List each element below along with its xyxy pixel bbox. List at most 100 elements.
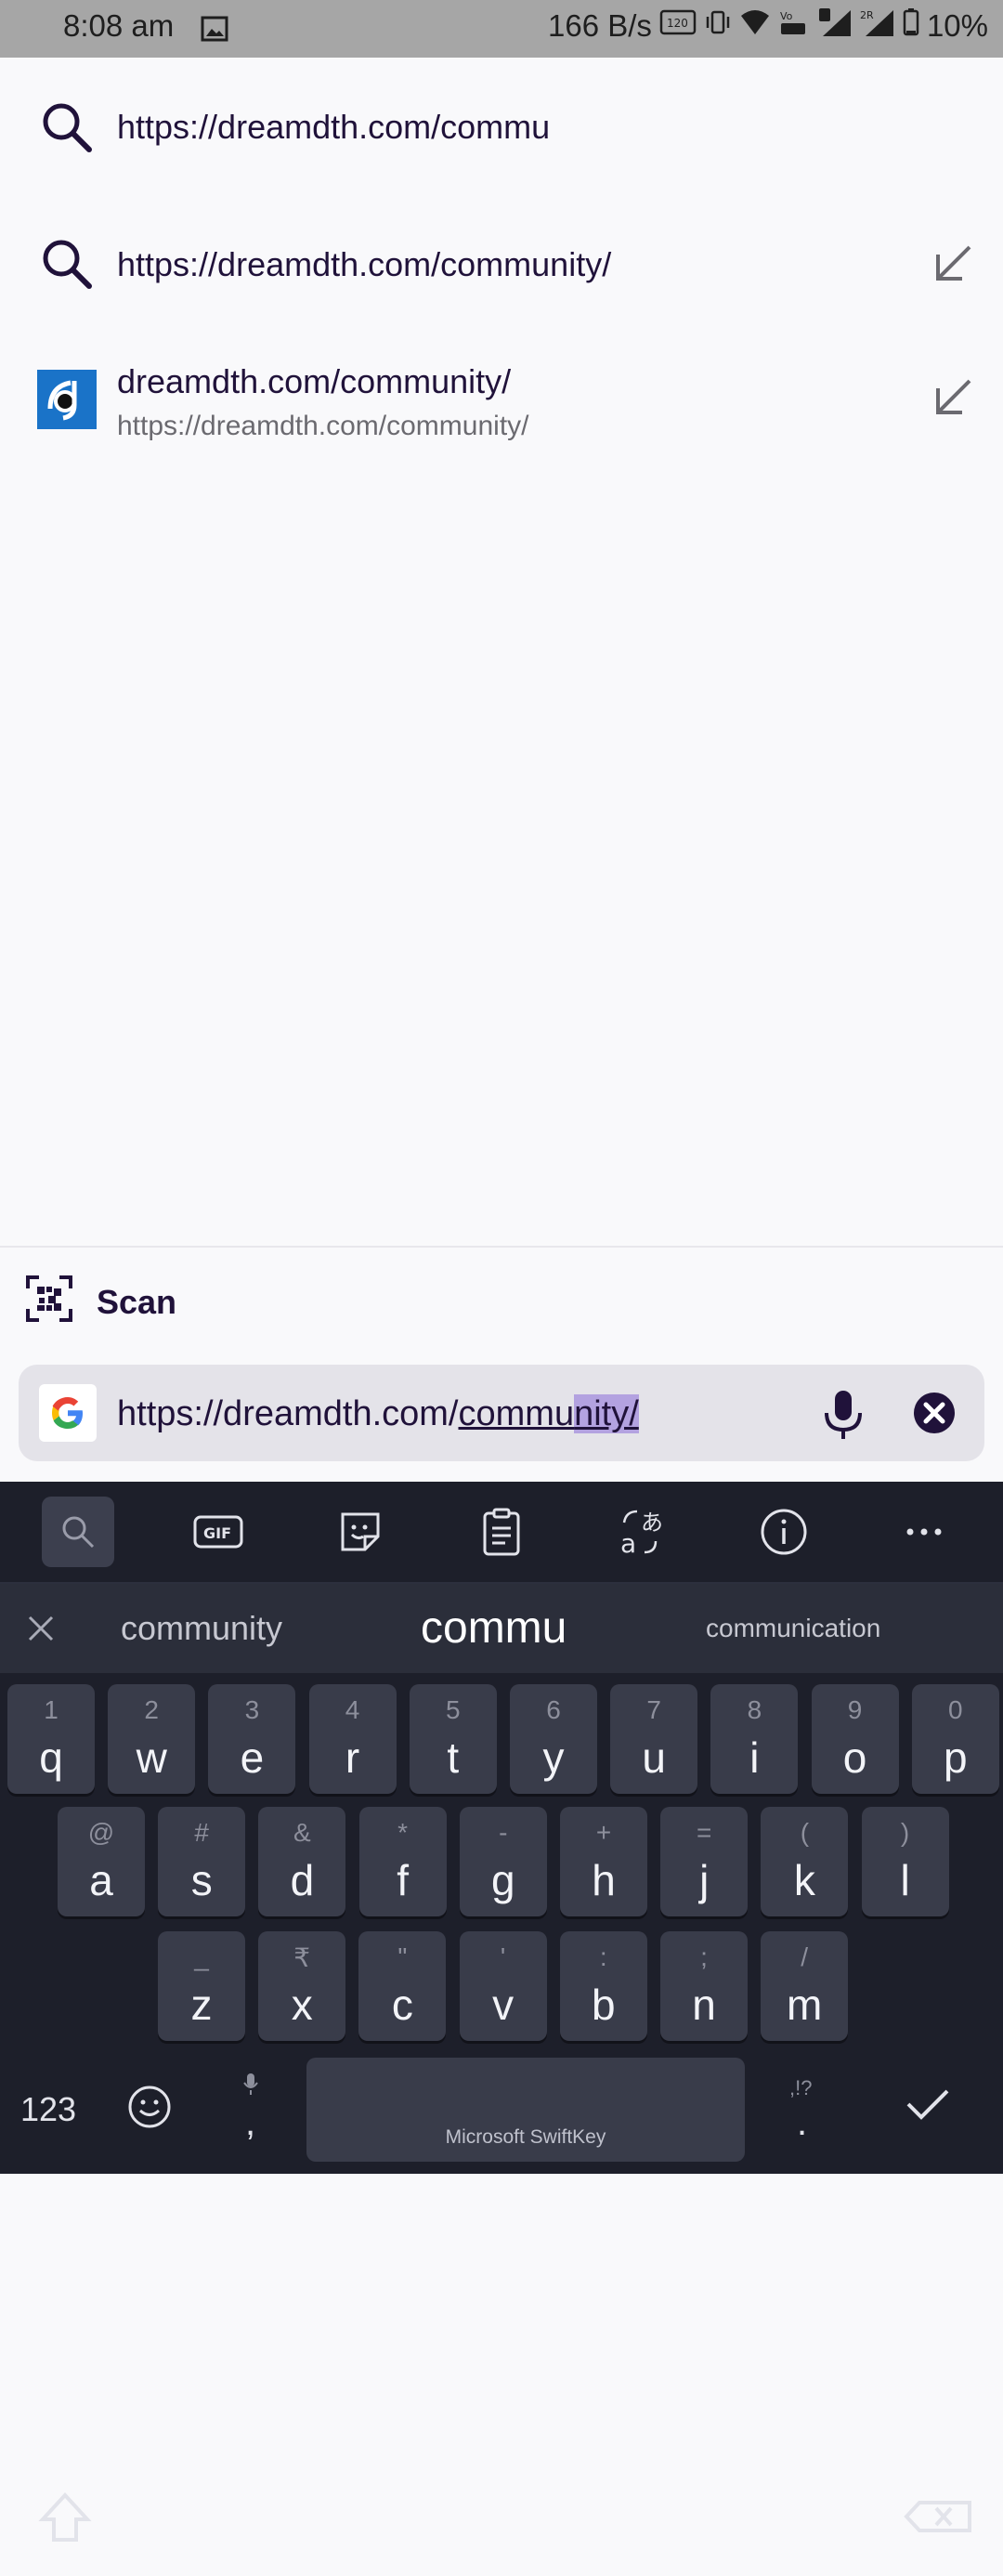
key-secondary-label: 7: [646, 1695, 661, 1724]
svg-text:GIF: GIF: [203, 1524, 231, 1542]
fill-url-arrow-icon[interactable]: [931, 375, 975, 425]
key-v[interactable]: ' v: [459, 1931, 547, 2041]
key-secondary-label: :: [599, 1942, 607, 1971]
key-z[interactable]: _ z: [158, 1931, 245, 2041]
clipboard-icon[interactable]: [465, 1497, 538, 1567]
key-a[interactable]: @ a: [58, 1807, 145, 1916]
suggestion-row[interactable]: dreamdth.com/community/ https://dreamdth…: [0, 334, 1003, 455]
key-secondary-label: 5: [446, 1695, 461, 1724]
close-predictions-icon[interactable]: [24, 1612, 58, 1650]
shift-key-icon[interactable]: [19, 2462, 111, 2576]
key-e[interactable]: 3e: [208, 1684, 296, 1794]
signal-sim2-icon: 2R: [860, 8, 895, 44]
key-n[interactable]: ; n: [660, 1931, 748, 2041]
signal-sim1-icon: [817, 8, 853, 44]
keyboard: GIF aあ community commu communication 1q2…: [0, 1482, 1003, 2542]
key-x[interactable]: ₹ x: [258, 1931, 346, 2041]
key-h[interactable]: + h: [560, 1807, 647, 1916]
period-key[interactable]: .: [797, 2102, 807, 2144]
key-q[interactable]: 1q: [7, 1684, 95, 1794]
key-p[interactable]: 0p: [911, 1684, 999, 1794]
key-k[interactable]: (k: [761, 1807, 849, 1916]
key-secondary-label: 0: [948, 1695, 963, 1724]
status-right-group: 166 B/s 120 Vo 2R 10%: [548, 8, 988, 44]
key-i[interactable]: 8i: [710, 1684, 799, 1794]
key-secondary-label: 9: [847, 1695, 863, 1724]
key-m[interactable]: / m: [761, 1931, 849, 2041]
search-icon: [39, 99, 95, 160]
scan-row[interactable]: Scan: [0, 1246, 1003, 1353]
battery-icon: [903, 8, 919, 44]
period-secondary: ,!?: [789, 2076, 813, 2099]
key-j[interactable]: = j: [660, 1807, 749, 1916]
suggestion-row[interactable]: https://dreamdth.com/community/: [0, 197, 1003, 334]
key-secondary-label: (: [800, 1818, 810, 1847]
key-w[interactable]: 2w: [108, 1684, 196, 1794]
key-primary-label: l: [900, 1856, 910, 1904]
key-primary-label: a: [89, 1856, 113, 1904]
numbers-key[interactable]: 123: [20, 2090, 76, 2129]
gallery-notification-icon: [201, 14, 228, 49]
more-options-icon[interactable]: [888, 1497, 960, 1567]
translate-icon[interactable]: aあ: [606, 1497, 679, 1567]
comma-key[interactable]: ,: [245, 2102, 255, 2144]
key-primary-label: k: [793, 1856, 815, 1904]
info-icon[interactable]: [748, 1497, 820, 1567]
suggestion-text: https://dreamdth.com/commu: [117, 108, 551, 146]
key-secondary-label: ': [500, 1942, 506, 1971]
key-o[interactable]: 9o: [811, 1684, 899, 1794]
prediction-center[interactable]: commu: [421, 1584, 567, 1673]
key-secondary-label: 8: [747, 1695, 762, 1724]
prediction-bar: community commu communication: [0, 1584, 1003, 1673]
backspace-key[interactable]: [892, 2462, 984, 2576]
key-primary-label: b: [592, 1981, 616, 2029]
key-g[interactable]: -g: [459, 1807, 547, 1916]
google-logo-icon[interactable]: [39, 1384, 97, 1442]
key-secondary-label: 2: [144, 1695, 159, 1724]
svg-text:120: 120: [667, 17, 688, 30]
key-t[interactable]: 5t: [409, 1684, 497, 1794]
key-b[interactable]: :b: [559, 1931, 647, 2041]
fill-url-arrow-icon[interactable]: [931, 242, 975, 291]
key-r[interactable]: 4r: [308, 1684, 397, 1794]
sticker-icon[interactable]: [324, 1497, 397, 1567]
suggestion-row[interactable]: https://dreamdth.com/commu: [0, 58, 1003, 197]
key-secondary-label: 1: [44, 1695, 59, 1724]
key-secondary-label: _: [194, 1942, 209, 1971]
key-primary-label: p: [944, 1733, 968, 1782]
key-secondary-label: =: [697, 1818, 712, 1847]
prediction-right[interactable]: communication: [706, 1584, 880, 1673]
qr-scan-icon: [26, 1275, 72, 1327]
enter-check-key[interactable]: [905, 2086, 951, 2127]
emoji-key[interactable]: [126, 2084, 173, 2135]
url-bar-container: https://dreamdth.com/community/: [0, 1352, 1003, 1482]
gif-icon[interactable]: GIF: [182, 1497, 254, 1567]
key-secondary-label: ": [397, 1942, 408, 1971]
clear-url-icon[interactable]: [912, 1391, 957, 1440]
microphone-icon[interactable]: [819, 1389, 867, 1445]
space-bar[interactable]: Microsoft SwiftKey: [306, 2058, 745, 2162]
space-bar-label: Microsoft SwiftKey: [445, 2126, 606, 2148]
key-u[interactable]: 7u: [610, 1684, 698, 1794]
key-secondary-label: #: [194, 1818, 209, 1847]
key-y[interactable]: 6y: [510, 1684, 597, 1794]
key-secondary-label: ;: [700, 1942, 708, 1971]
prediction-left[interactable]: community: [121, 1584, 282, 1673]
key-primary-label: w: [136, 1733, 167, 1782]
key-primary-label: n: [692, 1981, 716, 2029]
suggestion-text: https://dreamdth.com/community/: [117, 245, 612, 283]
key-d[interactable]: & d: [258, 1807, 346, 1916]
url-input[interactable]: https://dreamdth.com/community/: [117, 1394, 639, 1434]
key-primary-label: u: [642, 1733, 666, 1782]
url-prefix: https://dreamdth.com/: [117, 1394, 459, 1433]
key-s[interactable]: # s: [158, 1807, 246, 1916]
key-primary-label: r: [345, 1733, 360, 1782]
key-l[interactable]: ) l: [861, 1807, 949, 1916]
keyboard-search-icon[interactable]: [42, 1497, 114, 1567]
url-bar[interactable]: https://dreamdth.com/community/: [19, 1365, 984, 1461]
key-primary-label: e: [240, 1733, 265, 1782]
key-f[interactable]: * f: [358, 1807, 447, 1916]
key-c[interactable]: " c: [358, 1931, 447, 2041]
key-secondary-label: 6: [546, 1695, 561, 1724]
comma-mic-key[interactable]: [243, 2072, 258, 2100]
